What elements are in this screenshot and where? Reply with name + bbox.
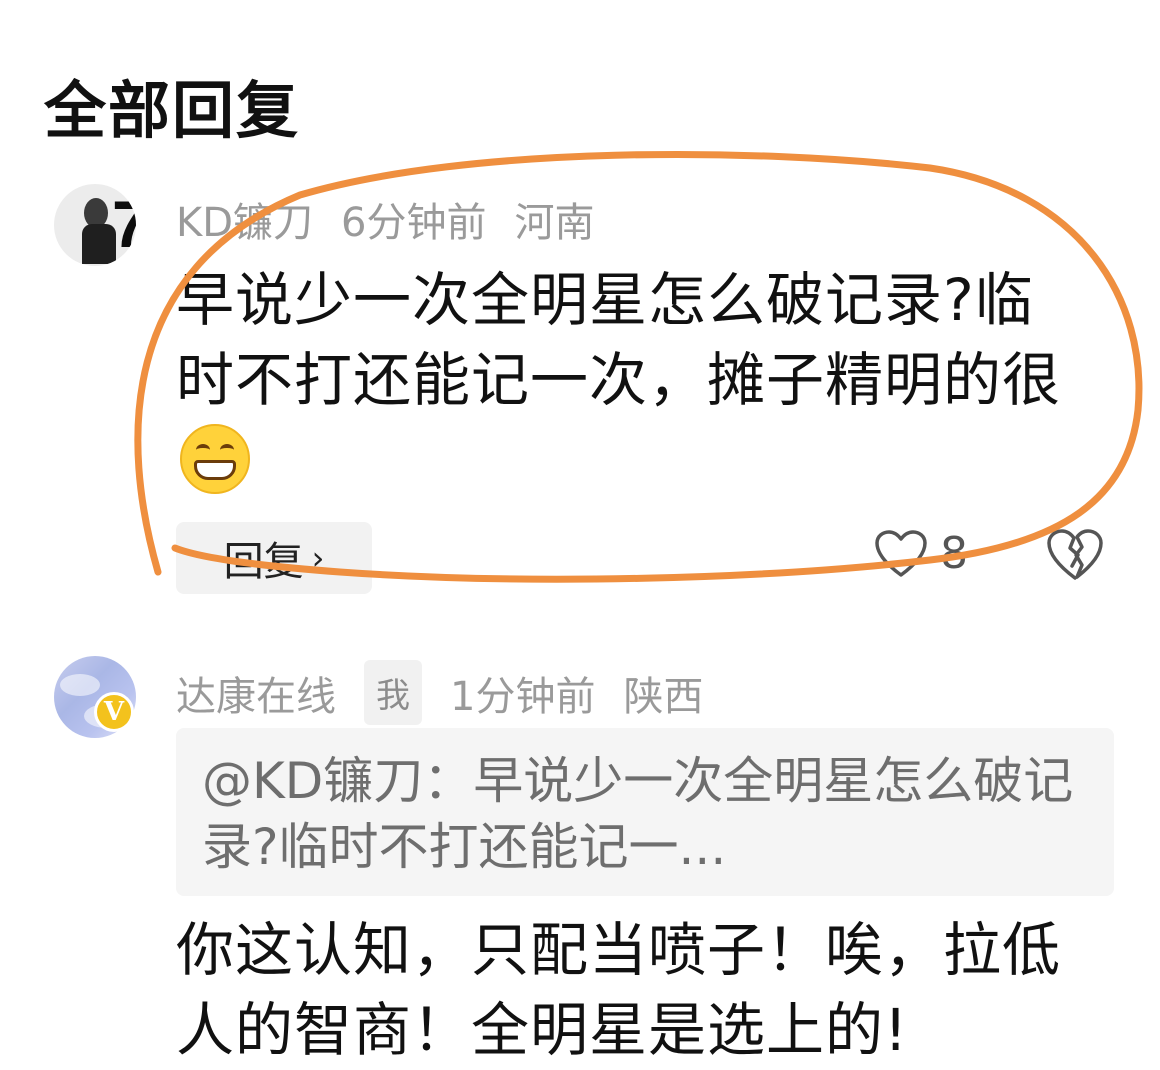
- quoted-text: @KD镰刀：早说少一次全明星怎么破记录?临时不打还能记一...: [202, 752, 1074, 876]
- username[interactable]: 达康在线: [176, 664, 336, 722]
- timestamp: 1分钟前: [450, 673, 596, 720]
- me-tag: 我: [364, 660, 422, 725]
- heart-outline-icon: [875, 529, 927, 577]
- vip-badge-icon: V: [94, 692, 134, 732]
- broken-heart-icon: [1047, 529, 1103, 580]
- quoted-reply[interactable]: @KD镰刀：早说少一次全明星怎么破记录?临时不打还能记一...: [176, 728, 1114, 896]
- reply-button[interactable]: 回复 ›: [176, 522, 372, 594]
- section-title: 全部回复: [44, 74, 301, 147]
- reply-label: 回复: [223, 539, 304, 585]
- location: 陕西: [623, 673, 704, 720]
- avatar-body: [82, 224, 116, 264]
- grinning-face-emoji-icon: [176, 420, 254, 498]
- comment-body: 你这认知，只配当喷子！唉，拉低人的智商！全明星是选上的!: [176, 916, 1062, 1064]
- timestamp: 6分钟前: [341, 200, 487, 246]
- dislike-button[interactable]: [1046, 528, 1104, 586]
- comment-text: 早说少一次全明星怎么破记录?临时不打还能记一次，摊子精明的很: [176, 260, 1076, 504]
- comment-meta: KD镰刀 6分钟前 河南: [176, 190, 622, 248]
- avatar-number-glyph: 7: [112, 187, 136, 261]
- like-button[interactable]: 8: [874, 528, 968, 579]
- avatar[interactable]: 7: [54, 184, 136, 266]
- comment-text: 你这认知，只配当喷子！唉，拉低人的智商！全明星是选上的!: [176, 910, 1076, 1070]
- comment-meta: 达康在线 我 1分钟前 陕西: [176, 660, 731, 725]
- chevron-right-icon: ›: [311, 539, 325, 577]
- location: 河南: [514, 200, 595, 246]
- annotation-circle: [134, 150, 1143, 583]
- comment-body: 早说少一次全明星怎么破记录?临时不打还能记一次，摊子精明的很: [176, 266, 1062, 414]
- like-count: 8: [940, 528, 968, 579]
- username[interactable]: KD镰刀: [176, 190, 313, 248]
